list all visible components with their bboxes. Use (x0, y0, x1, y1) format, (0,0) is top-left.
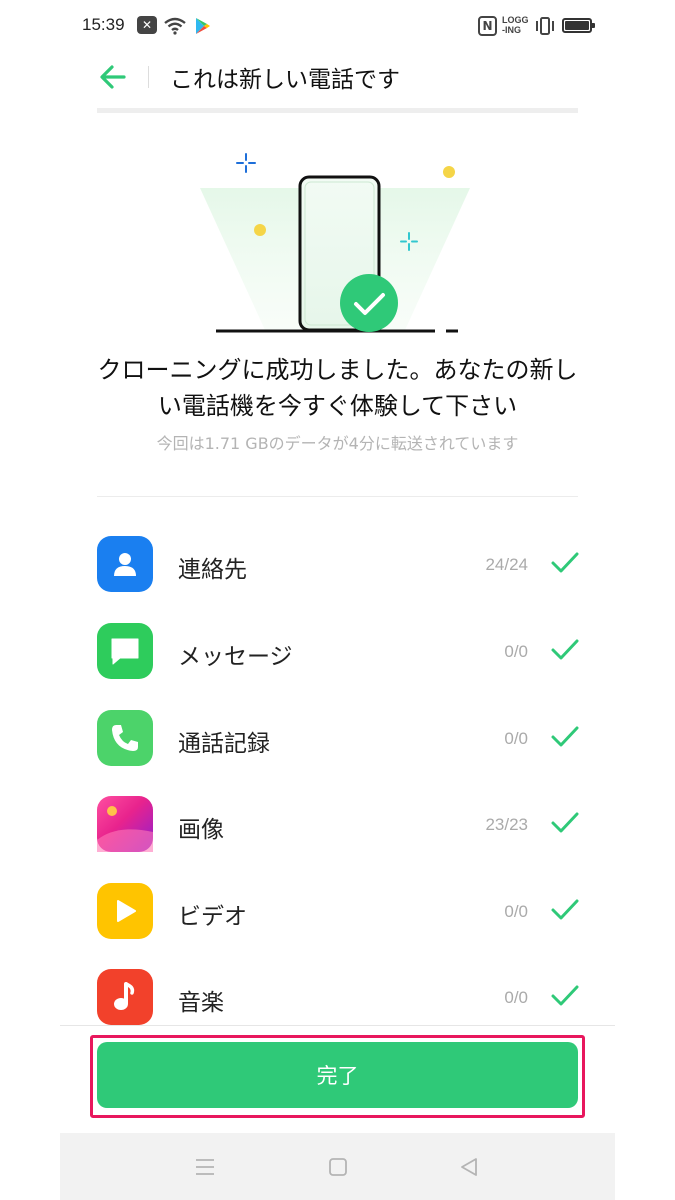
sparkle-icon (236, 153, 256, 173)
vibrate-icon (536, 17, 554, 35)
item-count: 0/0 (504, 642, 528, 661)
logging-indicator: LOGG -ING (502, 15, 532, 35)
item-count: 0/0 (504, 902, 528, 921)
checkmark-icon (551, 985, 579, 1006)
item-label: 通話記録 (178, 731, 270, 757)
checkmark-icon (551, 899, 579, 920)
checkmark-icon (551, 726, 579, 747)
logging-label-line2: -ING (502, 25, 521, 35)
back-nav-icon[interactable] (457, 1155, 481, 1179)
nfc-icon: N (478, 16, 497, 36)
list-item: メッセージ 0/0 (60, 607, 615, 687)
checkmark-icon (551, 639, 579, 660)
navigation-bar (60, 1133, 615, 1200)
item-count: 0/0 (504, 988, 528, 1007)
home-icon[interactable] (326, 1155, 350, 1179)
list-item: 音楽 0/0 (60, 953, 615, 1025)
phone-screen: 15:39 ✕ N LOGG -ING これは新しい電話です クローニングに成功… (60, 0, 615, 1200)
logging-label-line1: LOGG (502, 15, 529, 25)
dot-decoration (254, 224, 266, 236)
status-time: 15:39 (82, 15, 125, 34)
menu-icon[interactable] (193, 1155, 217, 1179)
music-icon (97, 969, 153, 1025)
list-item: ビデオ 0/0 (60, 867, 615, 947)
item-label: 音楽 (178, 990, 224, 1016)
item-label: 画像 (178, 817, 224, 843)
contacts-icon (97, 536, 153, 592)
success-message: クローニングに成功しました。あなたの新しい電話機を今すぐ体験して下さい (97, 356, 578, 420)
check-circle-icon (340, 274, 398, 332)
item-label: 連絡先 (178, 557, 247, 583)
messages-icon (97, 623, 153, 679)
header-divider (148, 66, 149, 88)
status-bar: 15:39 ✕ N LOGG -ING (60, 0, 615, 52)
item-count: 0/0 (504, 729, 528, 748)
transfer-list: 連絡先 24/24 メッセージ 0/0 通話記録 0/0 画像 23/23 ビデ… (60, 520, 615, 1025)
app-header: これは新しい電話です (60, 52, 615, 102)
battery-icon (562, 18, 595, 33)
close-box-icon: ✕ (137, 16, 157, 34)
done-button[interactable]: 完了 (97, 1042, 578, 1108)
item-count: 24/24 (485, 555, 528, 574)
wifi-icon (164, 17, 186, 35)
item-label: メッセージ (178, 644, 293, 670)
images-icon (97, 796, 153, 852)
arrow-left-icon[interactable] (96, 60, 130, 94)
item-label: ビデオ (178, 904, 247, 930)
item-count: 23/23 (485, 815, 528, 834)
call-log-icon (97, 710, 153, 766)
transfer-summary: 今回は1.71 GBのデータが4分に転送されています (156, 434, 519, 453)
list-item: 画像 23/23 (60, 780, 615, 860)
section-divider (97, 496, 578, 497)
video-icon (97, 883, 153, 939)
footer-divider (60, 1025, 615, 1026)
play-store-icon (196, 18, 210, 34)
header-rule (97, 108, 578, 113)
dot-decoration (443, 166, 455, 178)
page-title: これは新しい電話です (170, 67, 400, 93)
list-item: 連絡先 24/24 (60, 520, 615, 600)
list-item: 通話記録 0/0 (60, 694, 615, 774)
checkmark-icon (551, 552, 579, 573)
success-illustration (200, 153, 470, 333)
checkmark-icon (551, 812, 579, 833)
